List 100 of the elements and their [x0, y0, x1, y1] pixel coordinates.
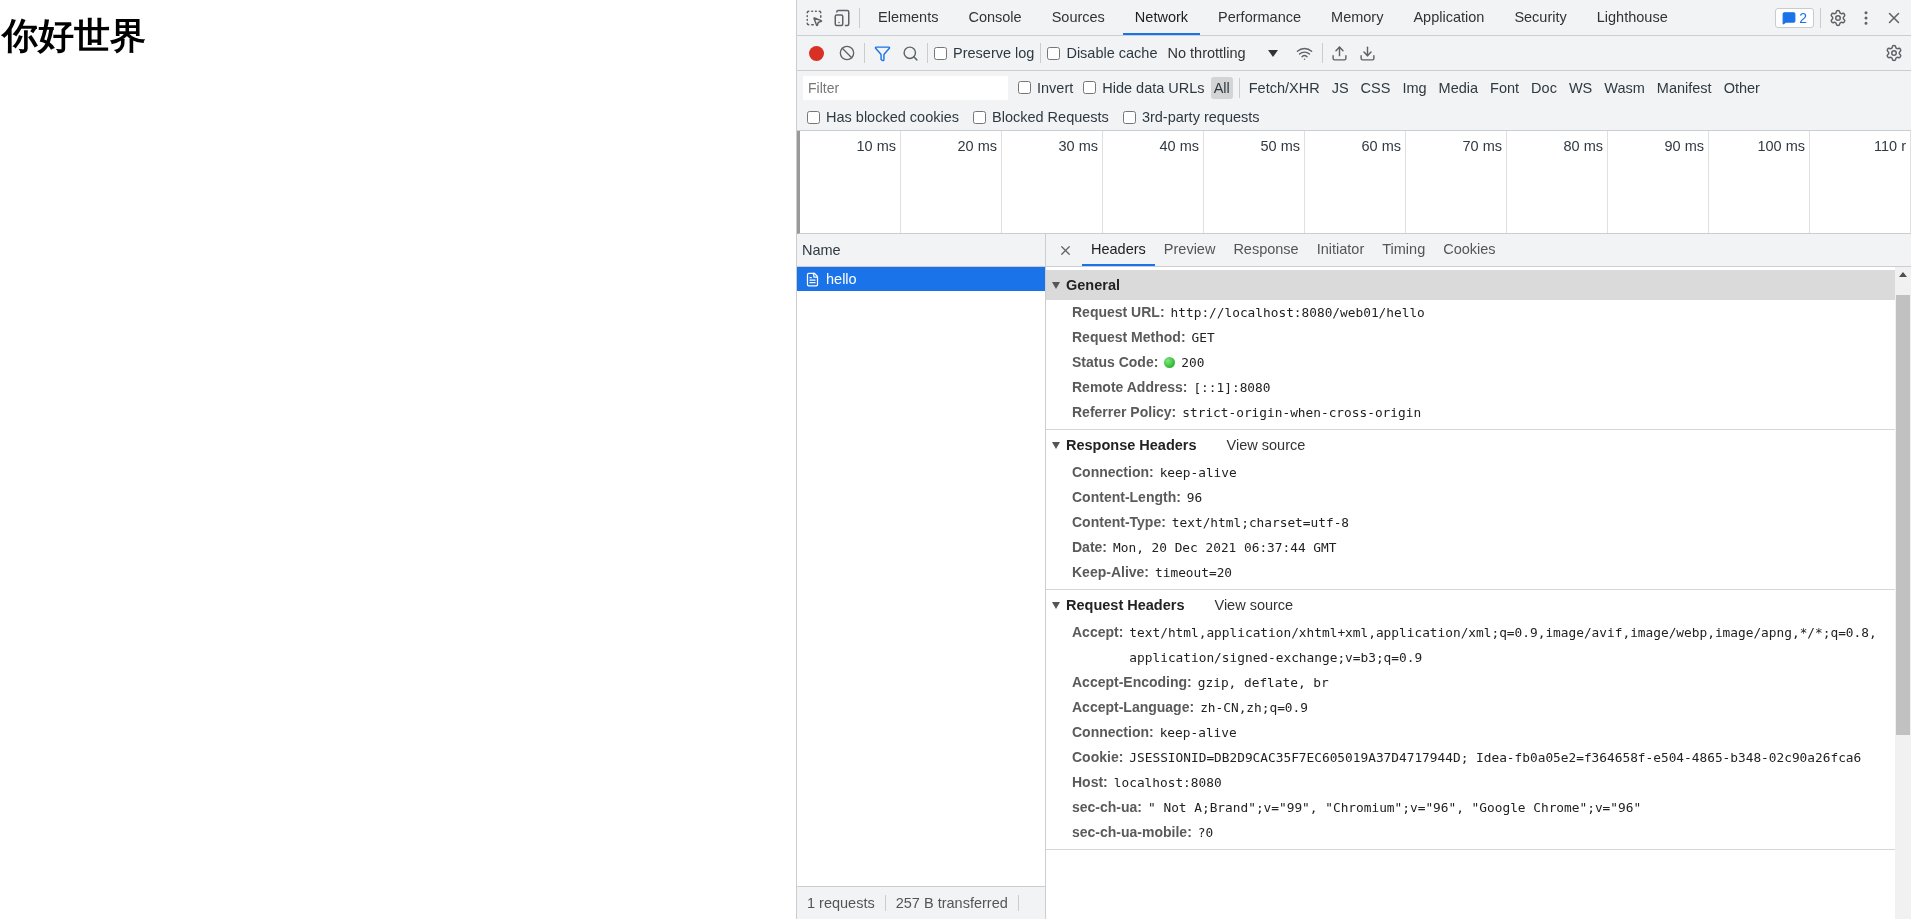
checkbox[interactable] [807, 110, 820, 124]
record-button[interactable] [809, 45, 824, 61]
checkbox[interactable] [934, 46, 947, 60]
timeline-tick: 40 ms [1159, 138, 1199, 154]
caret-icon[interactable] [1267, 49, 1278, 57]
messages-badge[interactable]: 2 [1775, 7, 1814, 28]
throttling-dropdown[interactable]: No throttling [1167, 45, 1278, 61]
header-name: Remote Address: [1072, 378, 1188, 397]
section-title[interactable]: Response Headers [1066, 437, 1197, 453]
timeline-tick: 70 ms [1462, 138, 1502, 154]
page-heading: 你好世界 [2, 14, 147, 58]
type-filter[interactable]: Wasm [1601, 76, 1648, 99]
header-name: Connection: [1072, 463, 1154, 482]
header-value: localhost:8080 [1113, 774, 1223, 792]
checkbox-label[interactable]: Has blocked cookies [826, 109, 959, 125]
column-header[interactable]: Name [802, 242, 841, 258]
type-filter[interactable]: Fetch/XHR [1245, 76, 1323, 99]
header-name: sec-ch-ua: [1072, 798, 1143, 817]
header-value: 96 [1186, 489, 1204, 507]
section-title[interactable]: General [1066, 277, 1120, 293]
type-filter[interactable]: Font [1487, 76, 1523, 99]
panel-tab[interactable]: Sources [1039, 0, 1117, 35]
expand-triangle-icon[interactable] [1052, 441, 1060, 449]
header-name: Request Method: [1072, 328, 1186, 347]
header-name: sec-ch-ua-mobile: [1072, 823, 1192, 842]
timeline-tick: 100 ms [1757, 138, 1805, 154]
type-filter[interactable]: JS [1328, 76, 1352, 99]
panel-tab[interactable]: Application [1401, 0, 1497, 35]
checkbox-label[interactable]: 3rd-party requests [1141, 109, 1260, 125]
detail-tab[interactable]: Timing [1373, 234, 1435, 266]
checkbox-label[interactable]: Hide data URLs [1102, 79, 1205, 96]
panel-tab[interactable]: Console [956, 0, 1034, 35]
type-filter[interactable]: WS [1565, 76, 1596, 99]
timeline-tick: 80 ms [1563, 138, 1603, 154]
checkbox[interactable] [1083, 81, 1097, 94]
header-name: Content-Length: [1072, 488, 1181, 507]
header-value: 200 [1181, 354, 1206, 372]
request-row[interactable]: hello [797, 267, 1045, 291]
timeline-tick: 60 ms [1361, 138, 1401, 154]
header-name: Accept: [1072, 623, 1124, 642]
panel-tab[interactable]: Lighthouse [1584, 0, 1680, 35]
checkbox[interactable] [973, 110, 986, 124]
scroll-up-icon[interactable] [1899, 272, 1907, 277]
type-filter[interactable]: All [1210, 76, 1233, 99]
panel-tab[interactable]: Elements [866, 0, 951, 35]
scrollbar[interactable] [1895, 267, 1911, 919]
panel-tab[interactable]: Memory [1319, 0, 1396, 35]
header-value: JSESSIONID=DB2D9CAC35F7EC605019A37D4717944D; Idea-fb0a05e2=f364658f-e504-4865-b348-02c90a26fca6 [1129, 749, 1863, 767]
timeline-tick: 10 ms [856, 138, 896, 154]
type-filter[interactable]: Media [1435, 76, 1482, 99]
filter-field[interactable]: Filter [803, 75, 1008, 100]
header-value: ?0 [1197, 824, 1215, 842]
header-value: http://localhost:8080/web01/hello [1170, 304, 1426, 322]
header-value: GET [1191, 329, 1216, 347]
detail-tab[interactable]: Preview [1154, 234, 1225, 266]
type-filter[interactable]: Img [1399, 76, 1430, 99]
header-name: Keep-Alive: [1072, 563, 1150, 582]
checkbox-label[interactable]: Blocked Requests [992, 109, 1109, 125]
detail-tab[interactable]: Response [1224, 234, 1308, 266]
header-value: Mon, 20 Dec 2021 06:37:44 GMT [1113, 539, 1338, 557]
header-name: Request URL: [1072, 303, 1165, 322]
header-value: keep-alive [1159, 464, 1238, 482]
header-value: keep-alive [1159, 724, 1238, 742]
view-source-link[interactable]: View source [1226, 437, 1306, 453]
checkbox-label[interactable]: Invert [1037, 79, 1074, 96]
timeline-tick: 20 ms [957, 138, 997, 154]
header-name: Cookie: [1072, 748, 1124, 767]
expand-triangle-icon[interactable] [1052, 281, 1060, 289]
header-name: Accept-Language: [1072, 698, 1195, 717]
timeline-tick: 110 r [1874, 138, 1906, 154]
view-source-link[interactable]: View source [1214, 597, 1294, 613]
detail-tab[interactable]: Cookies [1434, 234, 1505, 266]
header-value: zh-CN,zh;q=0.9 [1200, 699, 1309, 717]
checkbox[interactable] [1122, 110, 1136, 124]
checkbox-label[interactable]: Preserve log [953, 45, 1035, 61]
checkbox[interactable] [1047, 46, 1061, 60]
type-filter[interactable]: CSS [1357, 76, 1394, 99]
type-filter[interactable]: Other [1720, 76, 1763, 99]
status-text: 257 B transferred [885, 895, 1019, 911]
expand-triangle-icon[interactable] [1052, 601, 1060, 609]
status-text: 1 requests [797, 895, 886, 911]
checkbox[interactable] [1018, 81, 1031, 94]
header-value: " Not A;Brand";v="99", "Chromium";v="96", "Google Chrome";v="96" [1148, 799, 1643, 817]
timeline-tick: 50 ms [1260, 138, 1300, 154]
detail-tab[interactable]: Initiator [1307, 234, 1374, 266]
header-name: Host: [1072, 773, 1108, 792]
header-name: Referrer Policy: [1072, 403, 1177, 422]
header-value: [::1]:8080 [1193, 379, 1272, 397]
timeline-tick: 90 ms [1664, 138, 1704, 154]
header-value: timeout=20 [1155, 564, 1234, 582]
panel-tab[interactable]: Performance [1206, 0, 1314, 35]
type-filter[interactable]: Doc [1528, 76, 1560, 99]
header-value: gzip, deflate, br [1197, 674, 1330, 692]
header-name: Accept-Encoding: [1072, 673, 1192, 692]
section-title[interactable]: Request Headers [1066, 597, 1185, 613]
type-filter[interactable]: Manifest [1653, 76, 1715, 99]
header-name: Date: [1072, 538, 1107, 557]
header-value: strict-origin-when-cross-origin [1182, 404, 1423, 422]
panel-tab[interactable]: Security [1502, 0, 1579, 35]
checkbox-label[interactable]: Disable cache [1066, 45, 1158, 61]
